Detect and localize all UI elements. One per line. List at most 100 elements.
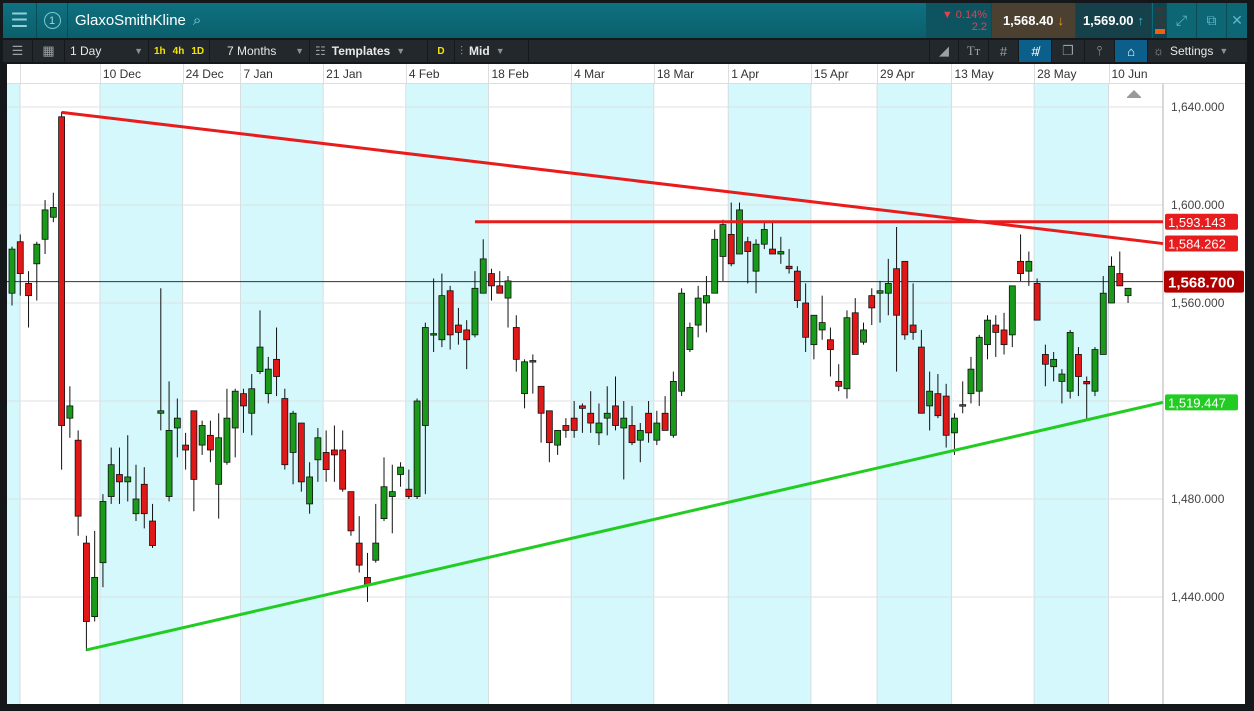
candlestick-chart[interactable]: 1,640.0001,600.0001,560.0001,520.0001,48…	[7, 84, 1245, 704]
chart-plot-area[interactable]: 1,640.0001,600.0001,560.0001,520.0001,48…	[7, 84, 1245, 704]
watchlist-number-badge[interactable]: 1	[37, 3, 68, 38]
range-dropdown[interactable]: 7 Months ▼	[222, 40, 310, 62]
bullish-candle	[198, 425, 206, 446]
gear-icon: ☼	[1153, 44, 1164, 58]
bearish-candle	[16, 241, 24, 275]
date-tick-label: 24 Dec	[185, 67, 224, 81]
date-tick-divider	[323, 64, 325, 84]
bearish-candle	[1033, 282, 1041, 321]
interval-1d-button[interactable]: 1D	[191, 46, 204, 57]
price-type-dropdown[interactable]: ⫶ Mid ▼	[455, 40, 529, 62]
bearish-candle	[785, 265, 793, 270]
buy-arrow-icon: ↑	[1137, 13, 1145, 28]
grid-icon[interactable]: #	[989, 40, 1019, 62]
chart-list-icon[interactable]: ☰	[3, 40, 33, 62]
d-button[interactable]: D	[428, 40, 455, 62]
bullish-candle	[1025, 260, 1033, 272]
text-tool-icon[interactable]: Tт	[959, 40, 989, 62]
bearish-candle	[190, 410, 198, 480]
sell-button[interactable]: 1,568.40 ↓	[992, 3, 1076, 38]
bullish-candle	[413, 400, 421, 497]
date-tick-label: 28 May	[1037, 67, 1077, 81]
bearish-candle	[901, 260, 909, 336]
bullish-candle	[41, 209, 49, 240]
close-icon[interactable]: ✕	[1227, 3, 1247, 38]
crosshair-draw-icon[interactable]: #̸	[1019, 40, 1052, 62]
bullish-candle	[554, 429, 562, 446]
bearish-candle	[827, 339, 834, 350]
bullish-candle	[521, 361, 528, 395]
resistance-trendline-tag-label: 1,584.262	[1168, 237, 1226, 252]
bearish-candle	[769, 248, 776, 255]
instrument-name: GlaxoSmithKline	[75, 12, 186, 29]
bullish-candle	[438, 295, 446, 341]
date-tick-divider	[1034, 64, 1036, 84]
interval-1h-button[interactable]: 1h	[154, 46, 166, 57]
bearish-candle	[992, 324, 1000, 333]
expand-icon[interactable]: ⤢	[1167, 3, 1197, 38]
bullish-candle	[1091, 349, 1099, 392]
date-tick-label: 18 Feb	[491, 67, 529, 81]
bearish-candle	[322, 452, 330, 471]
bearish-candle	[917, 346, 925, 414]
bullish-candle	[124, 476, 132, 483]
bullish-candle	[975, 336, 983, 392]
bullish-candle	[703, 295, 710, 304]
chevron-down-icon: ▼	[1219, 46, 1229, 56]
bullish-candle	[1008, 285, 1016, 336]
date-tick-divider	[488, 64, 490, 84]
bearish-candle	[893, 268, 900, 316]
templates-icon: ☷	[315, 44, 326, 58]
bullish-candle	[157, 410, 165, 414]
price-tag-icon[interactable]: ⌂	[1115, 40, 1148, 62]
popout-icon[interactable]: ⧉	[1197, 3, 1227, 38]
bearish-candle	[537, 385, 545, 414]
bearish-candle	[58, 116, 66, 426]
bearish-candle	[1041, 354, 1049, 365]
date-tick-label: 7 Jan	[243, 67, 273, 81]
bullish-candle	[719, 224, 727, 257]
bearish-candle	[355, 542, 363, 566]
horizontal-resistance-line-tag-label: 1,593.143	[1168, 215, 1226, 230]
hamburger-icon[interactable]: ☰	[3, 3, 37, 38]
interval-4h-button[interactable]: 4h	[173, 46, 185, 57]
range-value: 7 Months	[227, 44, 277, 58]
drawing-tool-icon[interactable]: ◢	[929, 40, 959, 62]
date-tick-divider	[1108, 64, 1110, 84]
chart-toolbar: ☰ ▦ 1 Day ▼ 1h 4h 1D 7 Months ▼ ☷ Template…	[3, 40, 1247, 62]
search-icon[interactable]: ⌕	[193, 12, 201, 29]
bullish-candle	[620, 417, 628, 429]
bearish-candle	[455, 324, 462, 333]
y-tick-label: 1,640.000	[1171, 100, 1225, 114]
quick-intervals: 1h 4h 1D	[149, 40, 211, 62]
bullish-candle	[686, 327, 694, 350]
date-tick-label: 10 Dec	[102, 67, 141, 81]
chevron-down-icon: ▼	[134, 46, 143, 56]
bullish-candle	[173, 417, 181, 429]
buy-button[interactable]: 1,569.00 ↑	[1076, 3, 1152, 38]
layout-icon[interactable]: ▦	[33, 40, 65, 62]
bullish-candle	[603, 412, 611, 419]
bearish-candle	[1083, 380, 1091, 385]
date-tick-divider	[877, 64, 879, 84]
templates-dropdown[interactable]: ☷ Templates ▼	[310, 40, 428, 62]
bullish-candle	[397, 466, 404, 475]
date-tick-label: 4 Mar	[574, 67, 605, 81]
layers-icon[interactable]: ❐	[1052, 40, 1085, 62]
bullish-candle	[372, 542, 380, 561]
instrument-title[interactable]: GlaxoSmithKline ⌕	[75, 3, 201, 38]
bearish-candle	[1000, 329, 1008, 346]
bearish-candle	[405, 488, 413, 497]
bullish-candle	[231, 390, 239, 429]
bullish-candle	[223, 417, 231, 463]
bullish-candle	[306, 476, 314, 505]
scroll-to-latest-icon[interactable]	[1127, 90, 1141, 98]
buy-price: 1,569.00	[1082, 13, 1134, 28]
bullish-candle	[248, 388, 256, 414]
settings-dropdown[interactable]: ☼ Settings ▼	[1148, 40, 1247, 62]
chevron-down-icon: ▼	[396, 46, 406, 56]
interval-dropdown[interactable]: 1 Day ▼	[65, 40, 149, 62]
support-trendline-tag-label: 1,519.447	[1168, 395, 1226, 410]
indicator-icon[interactable]: ⫯	[1085, 40, 1115, 62]
bearish-candle	[909, 324, 917, 333]
